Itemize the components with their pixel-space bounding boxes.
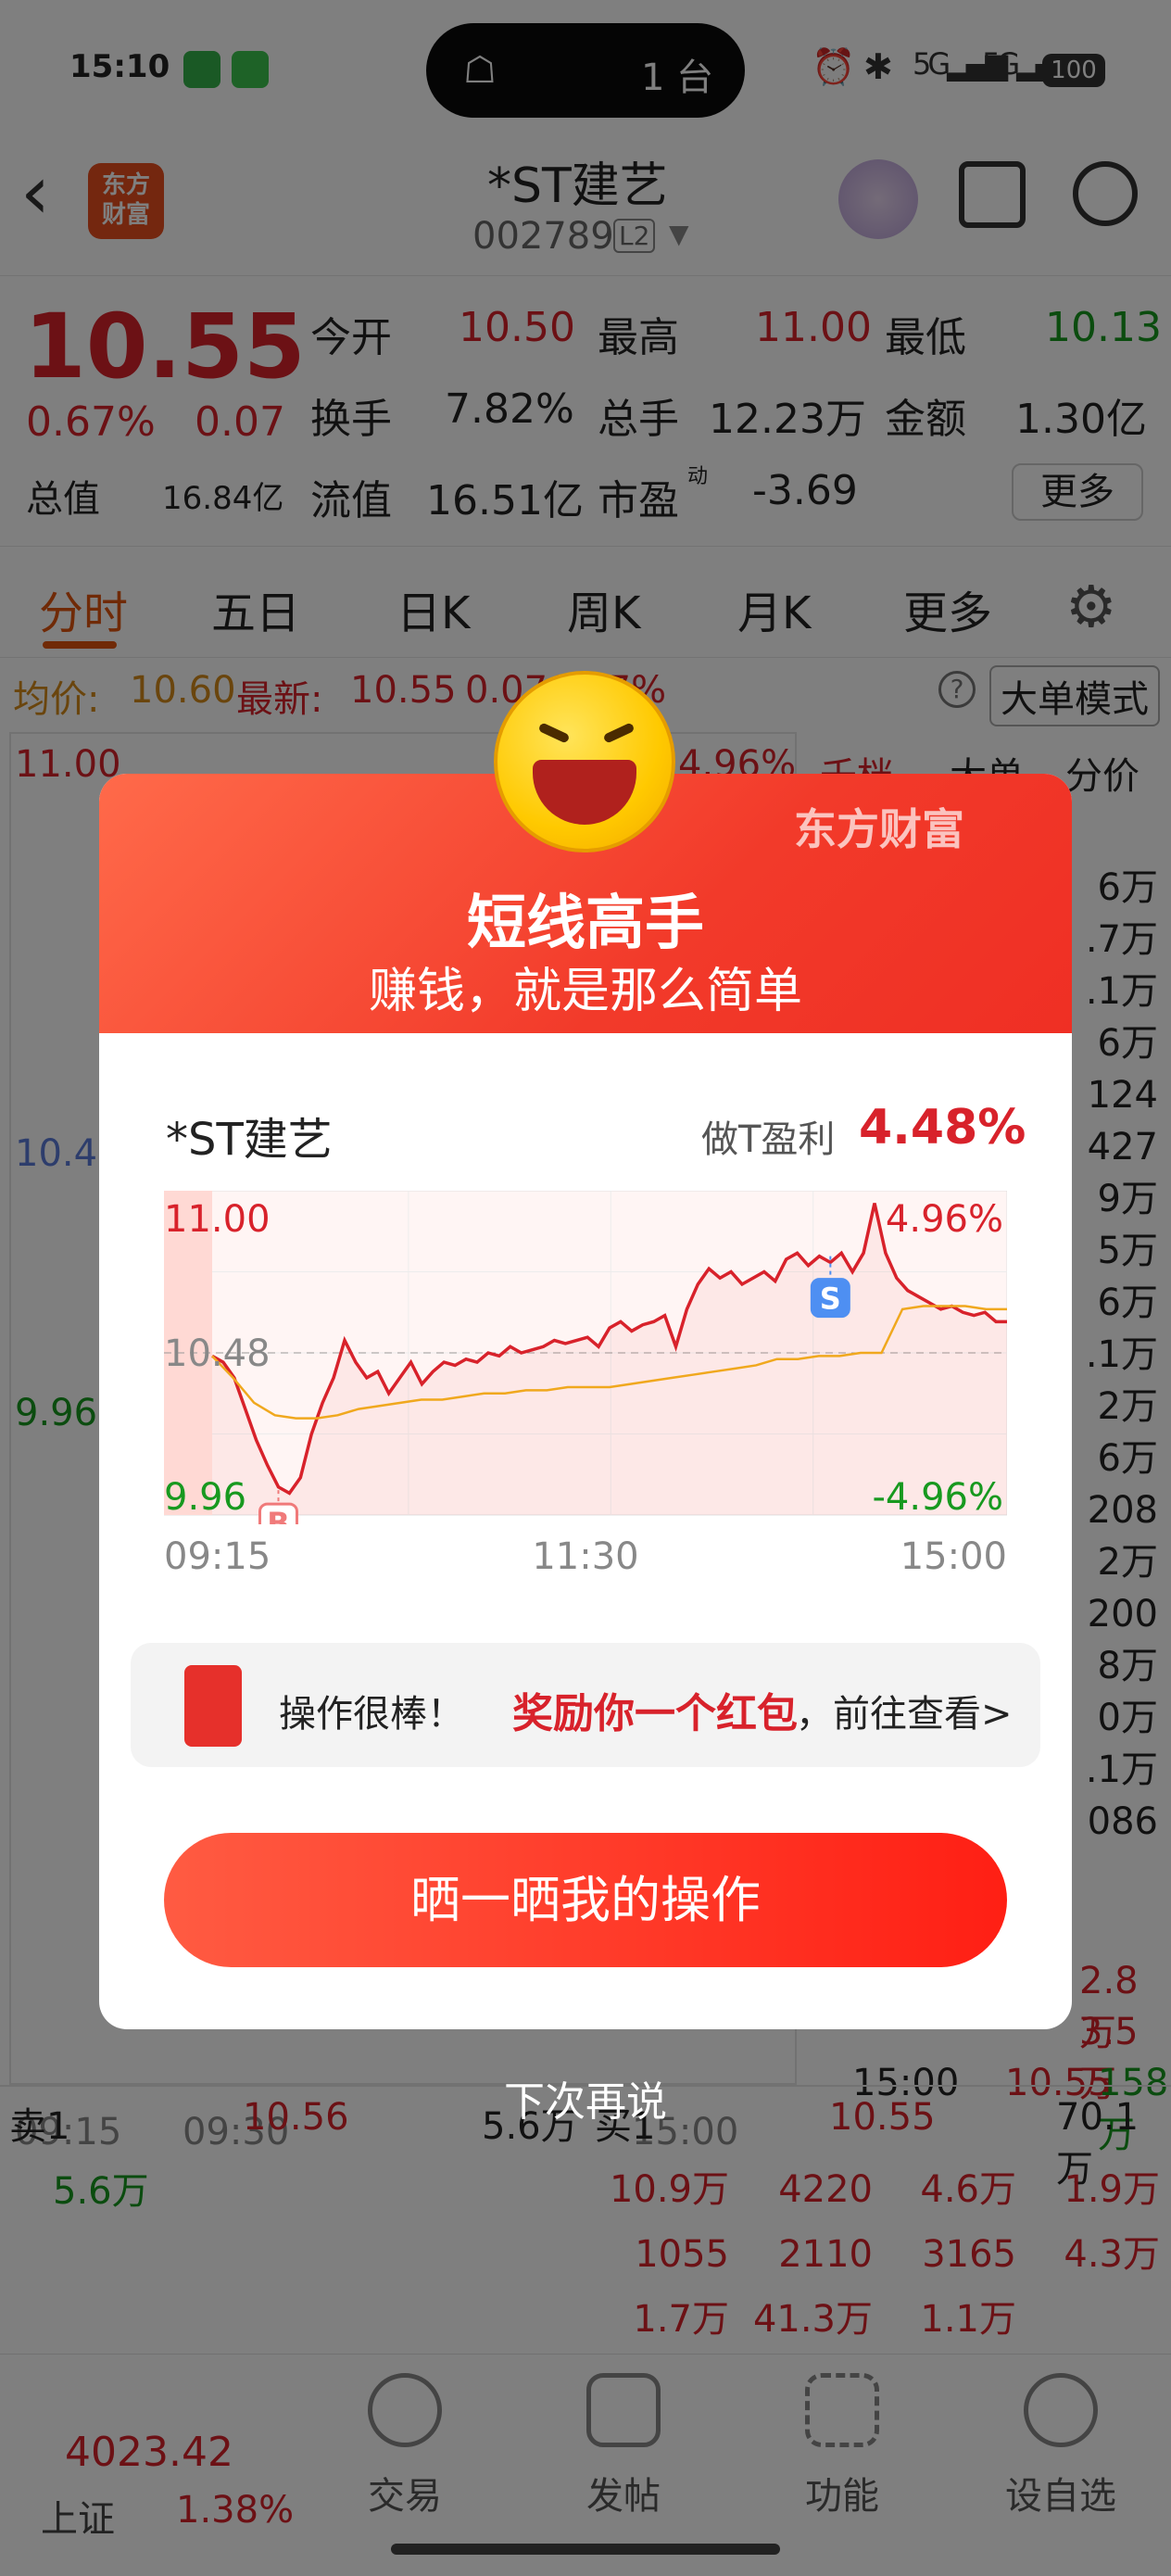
brand-watermark: 东方财富: [794, 804, 964, 854]
dismiss-later-link[interactable]: 下次再说: [0, 2068, 1171, 2128]
red-packet-banner[interactable]: 操作很棒！ 奖励你一个红包 ，前往查看>: [131, 1643, 1040, 1767]
laughing-emoji-icon: [494, 671, 675, 852]
share-operation-button[interactable]: 晒一晒我的操作: [164, 1833, 1007, 1967]
y-tick-right-bottom: -4.96%: [872, 1476, 1003, 1519]
trade-chart: 11.00 10.48 9.96 4.96% -4.96% B S: [164, 1191, 1007, 1524]
x-tick-label: 11:30: [532, 1535, 639, 1578]
marker-label-B: B: [267, 1506, 289, 1524]
share-button-label: 晒一晒我的操作: [410, 1871, 761, 1929]
y-tick-right-top: 4.96%: [886, 1198, 1003, 1241]
x-tick-label: 09:15: [164, 1535, 271, 1578]
y-tick-mid: 10.48: [164, 1332, 271, 1375]
y-tick-bottom: 9.96: [164, 1476, 246, 1519]
modal-title: 短线高手: [467, 890, 704, 958]
modal-subtitle: 赚钱，就是那么简单: [368, 964, 802, 1019]
promo-modal: 东方财富 短线高手 赚钱，就是那么简单 *ST建艺 做T盈利 4.48% 11.…: [99, 774, 1072, 2029]
gift-text-c: ，前往查看>: [796, 1693, 1013, 1736]
x-tick-label: 15:00: [900, 1535, 1007, 1578]
marker-label-S: S: [820, 1282, 841, 1317]
home-indicator-bar[interactable]: [391, 2544, 780, 2555]
profit-value: 4.48%: [859, 1100, 1026, 1155]
profit-label: 做T盈利: [701, 1118, 836, 1161]
gift-text-b: 奖励你一个红包: [512, 1690, 798, 1737]
modal-stock-name: *ST建艺: [166, 1114, 333, 1166]
gift-text-a: 操作很棒！: [279, 1693, 464, 1736]
red-packet-icon: [184, 1665, 242, 1747]
y-tick-top: 11.00: [164, 1198, 271, 1241]
